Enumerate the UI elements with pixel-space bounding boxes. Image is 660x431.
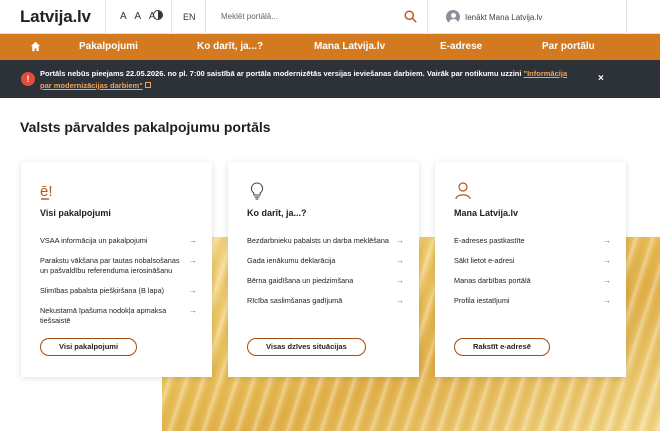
home-icon[interactable] [30, 41, 41, 52]
arrow-right-icon: → [189, 306, 197, 315]
nav-item-pakalpojumi[interactable]: Pakalpojumi [79, 41, 138, 52]
login-button[interactable]: Ienākt Mana Latvija.lv [446, 9, 542, 25]
all-services-button[interactable]: Visi pakalpojumi [40, 338, 138, 356]
card-title: Mana Latvija.lv [454, 208, 519, 218]
contrast-icon[interactable] [153, 10, 163, 20]
card-link[interactable]: Rīcība saslimšanas gadījumā → [247, 296, 404, 306]
card-link-list: E-adreses pastkastīte → Sākt lietot e-adr… [454, 236, 611, 316]
arrow-right-icon: → [189, 236, 197, 245]
header-divider [171, 0, 172, 34]
card-link[interactable]: Manas darbības portālā → [454, 276, 611, 286]
nav-item-ko-darit[interactable]: Ko darīt, ja...? [197, 41, 263, 52]
header-divider [626, 0, 627, 34]
card-link[interactable]: E-adreses pastkastīte → [454, 236, 611, 246]
card-link[interactable]: Parakstu vākšana par tautas nobalsošanas… [40, 256, 197, 276]
card-link[interactable]: VSAA informācija un pakalpojumi → [40, 236, 197, 246]
card-my-latvija: Mana Latvija.lv E-adreses pastkastīte → S… [435, 162, 626, 377]
arrow-right-icon: → [396, 256, 404, 265]
card-link-list: VSAA informācija un pakalpojumi → Parakst… [40, 236, 197, 336]
svg-text:ē!: ē! [40, 183, 53, 200]
close-icon[interactable]: × [598, 73, 604, 84]
arrow-right-icon: → [396, 276, 404, 285]
page-title: Valsts pārvaldes pakalpojumu portāls [20, 119, 271, 135]
card-link[interactable]: Sākt lietot e-adresi → [454, 256, 611, 266]
top-header: Latvija.lv A A A EN Meklēt portālā... Ie… [0, 0, 660, 34]
card-all-services: ē! Visi pakalpojumi VSAA informācija un … [21, 162, 212, 377]
card-link[interactable]: Slimības pabalsta piešķiršana (B lapa) → [40, 286, 197, 296]
arrow-right-icon: → [189, 286, 197, 295]
alert-message: Portāls nebūs pieejams 22.05.2026. no pl… [40, 69, 568, 90]
arrow-right-icon: → [603, 256, 611, 265]
header-divider [205, 0, 206, 34]
all-life-situations-button[interactable]: Visas dzīves situācijas [247, 338, 366, 356]
search-input[interactable]: Meklēt portālā... [221, 12, 401, 21]
card-link[interactable]: Nekustamā īpašuma nodokļa apmaksa tiešsa… [40, 306, 197, 326]
arrow-right-icon: → [189, 256, 197, 265]
arrow-right-icon: → [396, 296, 404, 305]
arrow-right-icon: → [603, 236, 611, 245]
warning-icon: ! [21, 72, 35, 86]
card-link[interactable]: Gada ienākumu deklarācija → [247, 256, 404, 266]
nav-item-mana-latvija[interactable]: Mana Latvija.lv [314, 41, 385, 52]
login-label: Ienākt Mana Latvija.lv [465, 12, 543, 22]
maintenance-alert: ! Portāls nebūs pieejams 22.05.2026. no … [0, 60, 660, 98]
nav-item-par-portalu[interactable]: Par portālu [542, 41, 595, 52]
write-e-address-button[interactable]: Rakstīt e-adresē [454, 338, 550, 356]
header-divider [427, 0, 428, 34]
arrow-right-icon: → [396, 236, 404, 245]
card-link[interactable]: Bezdarbnieku pabalsts un darba meklēšana… [247, 236, 404, 246]
arrow-right-icon: → [603, 296, 611, 305]
arrow-right-icon: → [603, 276, 611, 285]
card-link-list: Bezdarbnieku pabalsts un darba meklēšana… [247, 236, 404, 316]
user-avatar-icon [446, 10, 460, 24]
search-icon[interactable] [404, 10, 417, 23]
nav-item-e-adrese[interactable]: E-adrese [440, 41, 482, 52]
e-services-icon: ē! [40, 183, 53, 200]
card-link[interactable]: Profila iestatījumi → [454, 296, 611, 306]
site-logo[interactable]: Latvija.lv [20, 7, 91, 27]
lightbulb-icon [250, 182, 264, 200]
card-title: Ko darīt, ja...? [247, 208, 307, 218]
language-switcher[interactable]: EN [183, 12, 196, 22]
user-icon [455, 182, 471, 200]
card-life-situations: Ko darīt, ja...? Bezdarbnieku pabalsts u… [228, 162, 419, 377]
card-title: Visi pakalpojumi [40, 208, 111, 218]
main-navigation: Pakalpojumi Ko darīt, ja...? Mana Latvij… [0, 34, 660, 60]
header-divider [105, 0, 106, 34]
external-link-icon [144, 82, 151, 88]
card-link[interactable]: Bērna gaidīšana un piedzimšana → [247, 276, 404, 286]
